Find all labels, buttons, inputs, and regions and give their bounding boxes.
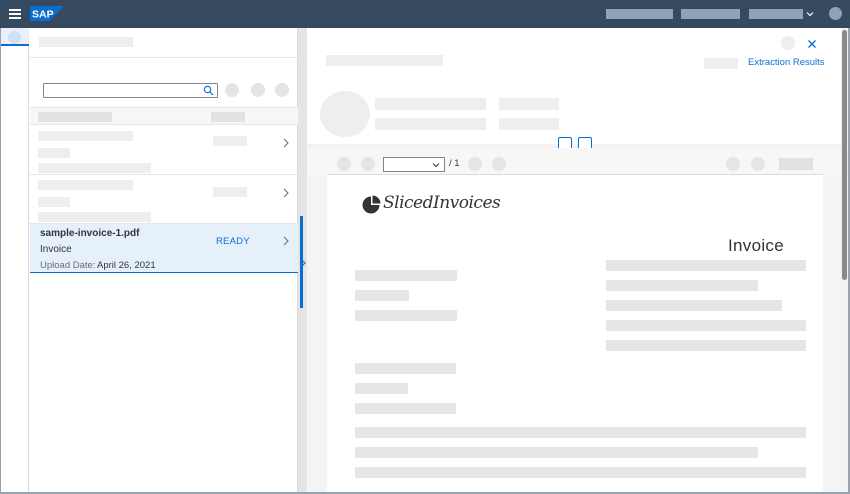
document-page [327, 174, 823, 492]
document-text-placeholder [355, 403, 456, 414]
shell-placeholder-3[interactable] [749, 9, 803, 19]
master-title-placeholder [39, 37, 133, 47]
status-badge: READY [216, 236, 250, 247]
viewer-button-first[interactable] [337, 157, 351, 171]
list-item-status-placeholder [213, 187, 247, 197]
upload-date-value: April 26, 2021 [97, 260, 156, 271]
toolbar-button-2[interactable] [251, 83, 265, 97]
viewer-button-last[interactable] [492, 157, 506, 171]
document-avatar [320, 91, 370, 137]
upload-date-label: Upload Date: [40, 260, 96, 271]
divider [30, 57, 298, 58]
page-total: / 1 [449, 158, 460, 169]
list-item-selected[interactable]: sample-invoice-1.pdf Invoice Upload Date… [30, 224, 298, 273]
document-text-placeholder [355, 270, 457, 281]
navigation-rail [1, 28, 29, 492]
chevron-right-icon [283, 188, 289, 198]
header-attribute-placeholder [499, 118, 559, 130]
list-item-placeholder [38, 197, 70, 207]
column-header-placeholder-1 [38, 112, 112, 122]
shell-placeholder-2[interactable] [681, 9, 740, 19]
chevron-right-icon [283, 236, 289, 246]
detail-title-placeholder [326, 55, 443, 66]
document-text-placeholder [606, 300, 782, 311]
hamburger-menu-icon[interactable] [9, 9, 21, 19]
document-file-name: sample-invoice-1.pdf [40, 228, 140, 239]
document-type: Invoice [40, 244, 72, 255]
user-avatar-icon[interactable] [829, 7, 842, 20]
zoom-level-placeholder[interactable] [779, 158, 813, 170]
list-item-placeholder [38, 163, 151, 173]
list-item-placeholder [38, 180, 133, 190]
toolbar-button-1[interactable] [225, 83, 239, 97]
sap-logo[interactable]: SAP [30, 6, 64, 21]
header-attribute-placeholder [375, 98, 486, 110]
scrollbar-thumb[interactable] [842, 30, 847, 280]
shell-placeholder-1[interactable] [606, 9, 673, 19]
close-icon[interactable] [807, 39, 817, 49]
list-item[interactable] [30, 175, 298, 224]
document-text-placeholder [355, 310, 457, 321]
list-item-placeholder [38, 148, 70, 158]
document-text-placeholder [355, 383, 408, 394]
viewer-button-next[interactable] [468, 157, 482, 171]
header-link-placeholder[interactable] [704, 58, 738, 69]
viewer-button-prev[interactable] [361, 157, 375, 171]
list-item-placeholder [38, 212, 151, 222]
master-list-panel: sample-invoice-1.pdf Invoice Upload Date… [30, 28, 298, 492]
document-text-placeholder [606, 340, 806, 351]
search-icon[interactable] [203, 85, 214, 96]
document-heading: Invoice [728, 236, 784, 255]
chevron-right-icon[interactable] [298, 257, 307, 269]
header-action-button[interactable] [781, 36, 795, 50]
search-input[interactable] [43, 83, 218, 98]
extraction-results-link[interactable]: Extraction Results [748, 57, 825, 68]
document-text-placeholder [355, 290, 409, 301]
list-item-placeholder [38, 131, 133, 141]
column-header-placeholder-2 [211, 112, 245, 122]
chevron-down-icon[interactable] [806, 10, 814, 18]
list-item-status-placeholder [213, 136, 247, 146]
header-attribute-placeholder [499, 98, 559, 110]
toolbar-button-3[interactable] [275, 83, 289, 97]
pie-logo-icon [362, 195, 381, 214]
zoom-out-button[interactable] [726, 157, 740, 171]
list-column-header [30, 107, 298, 125]
document-text-placeholder [355, 427, 806, 438]
svg-text:SAP: SAP [32, 9, 54, 21]
document-text-placeholder [355, 467, 806, 478]
document-text-placeholder [606, 320, 806, 331]
home-icon [8, 31, 21, 44]
document-text-placeholder [606, 280, 758, 291]
zoom-in-button[interactable] [751, 157, 765, 171]
page-select[interactable] [383, 157, 445, 172]
header-attribute-placeholder [375, 118, 486, 130]
chevron-down-icon [432, 163, 440, 168]
document-text-placeholder [355, 363, 456, 374]
document-brand-name: SlicedInvoices [383, 193, 501, 213]
rail-item-home[interactable] [1, 28, 29, 46]
document-text-placeholder [606, 260, 806, 271]
document-text-placeholder [355, 447, 758, 458]
list-item[interactable] [30, 126, 298, 175]
chevron-right-icon [283, 138, 289, 148]
